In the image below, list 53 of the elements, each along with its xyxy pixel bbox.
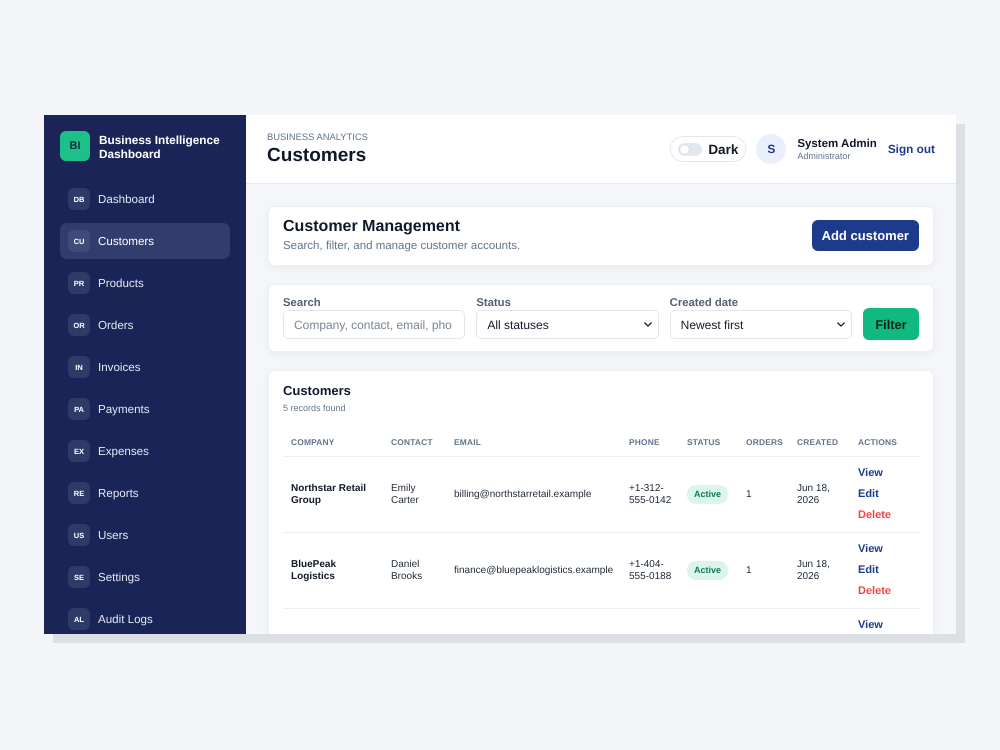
- search-field[interactable]: Company, contact, email, pho: [283, 310, 466, 339]
- created-date: Jun 18, 2026: [797, 558, 830, 582]
- phone-number: +1-312-555-0142: [629, 482, 672, 506]
- edit-link[interactable]: Edit: [858, 484, 879, 505]
- contact-name: Emily Carter: [391, 482, 419, 506]
- view-link[interactable]: View: [858, 463, 883, 484]
- created-date: Jun 18, 2026: [797, 482, 830, 506]
- chevron-down-icon: [644, 322, 652, 327]
- chevron-down-icon: [836, 322, 845, 327]
- order-count: 1: [746, 564, 752, 576]
- card-subtitle: Search, filter, and manage customer accounts.: [283, 239, 520, 253]
- status-badge: Active: [687, 485, 728, 504]
- dropdown-field[interactable]: All statuses: [476, 310, 659, 339]
- user-avatar: S: [756, 134, 786, 164]
- field-label: Status: [476, 296, 512, 310]
- app-title: Business Intelligence Dashboard: [99, 132, 221, 161]
- column-header: STATUS: [687, 437, 720, 447]
- column-header: CREATED: [797, 437, 838, 447]
- status-badge: Active: [687, 561, 728, 580]
- table-title: Customers: [283, 383, 352, 399]
- theme-toggle[interactable]: Dark: [670, 136, 746, 162]
- user-role: Administrator: [797, 150, 852, 162]
- column-header: EMAIL: [454, 437, 482, 447]
- view-link[interactable]: View: [858, 615, 883, 634]
- dropdown-field[interactable]: Newest first: [670, 310, 852, 339]
- toggle-switch[interactable]: [678, 142, 702, 156]
- company-name: Northstar Retail Group: [291, 482, 366, 506]
- phone-number: +1-404-555-0188: [629, 558, 672, 582]
- column-header: PHONE: [629, 437, 660, 447]
- record-count: 5 records found: [283, 402, 347, 414]
- field-label: Created date: [670, 296, 740, 310]
- filter-button[interactable]: Filter: [862, 308, 919, 340]
- delete-link[interactable]: Delete: [858, 505, 892, 526]
- section-label: BUSINESS ANALYTICS: [267, 131, 368, 143]
- field-label: Search: [283, 296, 322, 310]
- view-link[interactable]: View: [858, 539, 883, 560]
- edit-link[interactable]: Edit: [858, 560, 879, 581]
- column-header: ACTIONS: [858, 437, 898, 447]
- email-address: billing@northstarretail.example: [454, 488, 592, 500]
- logo-tile: BI: [60, 131, 90, 161]
- email-address: finance@bluepeaklogistics.example: [454, 564, 614, 576]
- sign-out-link[interactable]: Sign out: [888, 142, 935, 156]
- card-title: Customer Management: [283, 217, 461, 237]
- column-header: CONTACT: [391, 437, 433, 447]
- page-title: Customers: [267, 145, 368, 167]
- delete-link[interactable]: Delete: [858, 581, 892, 602]
- company-name: BluePeak Logistics: [291, 558, 336, 582]
- user-name: System Admin: [797, 136, 877, 150]
- column-header: ORDERS: [746, 437, 784, 447]
- order-count: 1: [746, 488, 752, 500]
- column-header: COMPANY: [291, 437, 335, 447]
- contact-name: Daniel Brooks: [391, 558, 422, 582]
- add-customer-button[interactable]: Add customer: [812, 220, 919, 250]
